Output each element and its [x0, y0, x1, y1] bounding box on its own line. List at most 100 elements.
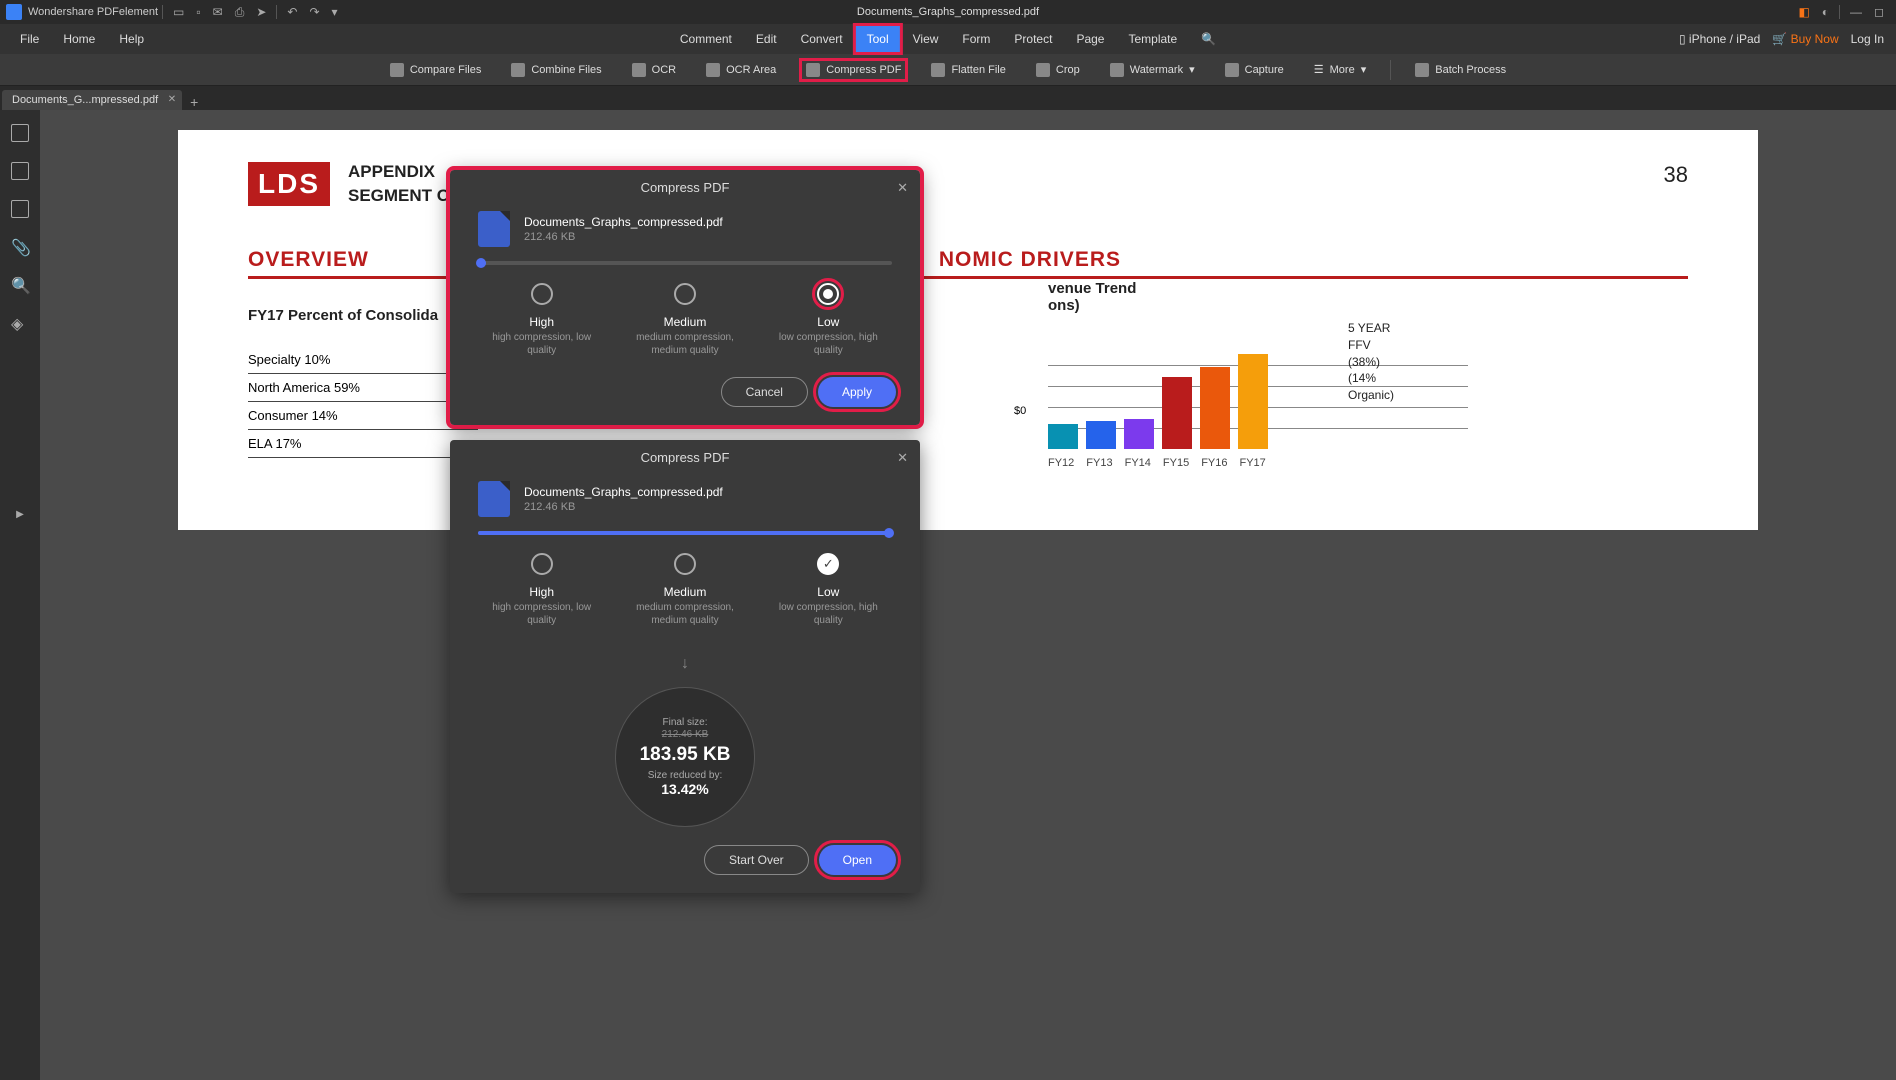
radio-low[interactable]	[817, 283, 839, 305]
undo-icon[interactable]: ↶	[287, 5, 297, 19]
tool-crop[interactable]: Crop	[1030, 59, 1086, 81]
radio-medium[interactable]	[674, 553, 696, 575]
compress-dialog-2: Compress PDF ✕ Documents_Graphs_compress…	[450, 440, 920, 893]
share-icon[interactable]: ➤	[256, 5, 266, 19]
open-button[interactable]: Open	[819, 845, 896, 875]
redo-icon[interactable]: ↷	[309, 5, 319, 19]
divider	[162, 5, 163, 19]
tool-batch-process[interactable]: Batch Process	[1409, 59, 1512, 81]
folder-icon[interactable]: ▭	[173, 5, 184, 19]
menu-convert[interactable]: Convert	[789, 25, 855, 53]
option-medium[interactable]: Medium medium compression, medium qualit…	[620, 283, 750, 357]
document-title: Documents_Graphs_compressed.pdf	[857, 6, 1039, 18]
dialog-actions: Start Over Open	[450, 827, 920, 893]
menu-protect[interactable]: Protect	[1002, 25, 1064, 53]
apply-button[interactable]: Apply	[818, 377, 896, 407]
option-medium[interactable]: Medium medium compression, medium qualit…	[620, 553, 750, 627]
menu-comment[interactable]: Comment	[668, 25, 744, 53]
trend-title: venue Trendons)	[1048, 280, 1268, 314]
radio-high[interactable]	[531, 283, 553, 305]
app-name: Wondershare PDFelement	[28, 6, 158, 18]
flatten-icon	[931, 63, 945, 77]
tab-close-icon[interactable]: ✕	[168, 94, 176, 105]
radio-medium[interactable]	[674, 283, 696, 305]
maximize-icon[interactable]: ◻	[1874, 5, 1884, 19]
theme-icon[interactable]: ◐	[1822, 5, 1829, 19]
start-over-button[interactable]: Start Over	[704, 845, 809, 875]
search-icon[interactable]: 🔍	[11, 276, 29, 294]
login-link[interactable]: Log In	[1851, 32, 1884, 46]
option-high[interactable]: High high compression, low quality	[477, 553, 607, 627]
notification-icon[interactable]: ◧	[1798, 5, 1809, 19]
lds-badge: LDS	[248, 162, 330, 206]
new-tab-button[interactable]: +	[190, 94, 198, 110]
menu-edit[interactable]: Edit	[744, 25, 789, 53]
bar-chart: FY12FY13FY14FY15FY16FY17	[1048, 354, 1268, 449]
reduction-percent: 13.42%	[661, 781, 708, 797]
overview-heading: OVERVIEW	[248, 248, 369, 272]
result-circle: Final size: 212.46 KB 183.95 KB Size red…	[615, 687, 755, 827]
buy-now-link[interactable]: 🛒 Buy Now	[1772, 32, 1838, 46]
dialog-filesize: 212.46 KB	[524, 501, 723, 513]
mail-icon[interactable]: ✉	[213, 5, 223, 19]
radio-high[interactable]	[531, 553, 553, 575]
document-tab[interactable]: Documents_G...mpressed.pdf ✕	[2, 90, 182, 110]
tool-more[interactable]: ☰More ▾	[1308, 59, 1372, 80]
tool-compare-files[interactable]: Compare Files	[384, 59, 488, 81]
drivers-heading: NOMIC DRIVERS	[939, 248, 1121, 272]
ocr-icon	[632, 63, 646, 77]
dialog-filename: Documents_Graphs_compressed.pdf	[524, 485, 723, 499]
menu-file[interactable]: File	[8, 26, 51, 52]
divider	[276, 5, 277, 19]
tool-ocr-area[interactable]: OCR Area	[700, 59, 782, 81]
tool-compress-pdf[interactable]: Compress PDF	[800, 59, 907, 81]
option-low[interactable]: Low low compression, high quality	[763, 283, 893, 357]
expand-sidebar-icon[interactable]: ▶	[16, 509, 24, 520]
tool-combine-files[interactable]: Combine Files	[505, 59, 607, 81]
menu-template[interactable]: Template	[1116, 25, 1189, 53]
attachment-icon[interactable]: 📎	[11, 238, 29, 256]
print-icon[interactable]: ⎙	[235, 5, 245, 20]
compress-icon	[806, 63, 820, 77]
menu-bar: File Home Help Comment Edit Convert Tool…	[0, 24, 1896, 54]
canvas[interactable]: LDS APPENDIX SEGMENT OVERVI 38 OVERVIEW …	[40, 110, 1896, 1080]
close-icon[interactable]: ✕	[897, 450, 908, 466]
tool-capture[interactable]: Capture	[1219, 59, 1290, 81]
comments-icon[interactable]	[11, 200, 29, 218]
close-icon[interactable]: ✕	[897, 180, 908, 196]
chart-category-label: FY17	[1239, 457, 1265, 469]
workspace: 📎 🔍 ◈ ▶ LDS APPENDIX SEGMENT OVERVI 38 O…	[0, 110, 1896, 1080]
bookmark-icon[interactable]	[11, 162, 29, 180]
ocr-area-icon	[706, 63, 720, 77]
page-number: 38	[1664, 162, 1688, 188]
minimize-icon[interactable]: —	[1850, 5, 1862, 19]
cancel-button[interactable]: Cancel	[721, 377, 808, 407]
compression-options: High high compression, low quality Mediu…	[450, 553, 920, 647]
menu-search-icon[interactable]: 🔍	[1189, 25, 1228, 53]
file-icon	[478, 211, 510, 247]
device-link[interactable]: ▯ iPhone / iPad	[1679, 32, 1760, 46]
option-low[interactable]: Low low compression, high quality	[763, 553, 893, 627]
tool-watermark[interactable]: Watermark ▾	[1104, 59, 1201, 81]
option-high[interactable]: High high compression, low quality	[477, 283, 607, 357]
tool-ocr[interactable]: OCR	[626, 59, 682, 81]
thumbnails-icon[interactable]	[11, 124, 29, 142]
batch-icon	[1415, 63, 1429, 77]
crop-icon	[1036, 63, 1050, 77]
dropdown-icon[interactable]: ▾	[332, 5, 338, 19]
menu-tool[interactable]: Tool	[855, 25, 901, 53]
menu-home[interactable]: Home	[51, 26, 107, 52]
layers-icon[interactable]: ◈	[11, 314, 29, 332]
menu-form[interactable]: Form	[950, 25, 1002, 53]
save-icon[interactable]: ▫	[196, 5, 200, 19]
dialog-filesize: 212.46 KB	[524, 231, 723, 243]
chart-category-label: FY13	[1086, 457, 1112, 469]
menu-help[interactable]: Help	[107, 26, 156, 52]
tab-strip: Documents_G...mpressed.pdf ✕ +	[0, 86, 1896, 110]
toolbar: Compare Files Combine Files OCR OCR Area…	[0, 54, 1896, 86]
radio-low-checked[interactable]	[817, 553, 839, 575]
dialog-file-row: Documents_Graphs_compressed.pdf 212.46 K…	[450, 475, 920, 531]
menu-page[interactable]: Page	[1064, 25, 1116, 53]
menu-view[interactable]: View	[901, 25, 951, 53]
tool-flatten-file[interactable]: Flatten File	[925, 59, 1011, 81]
